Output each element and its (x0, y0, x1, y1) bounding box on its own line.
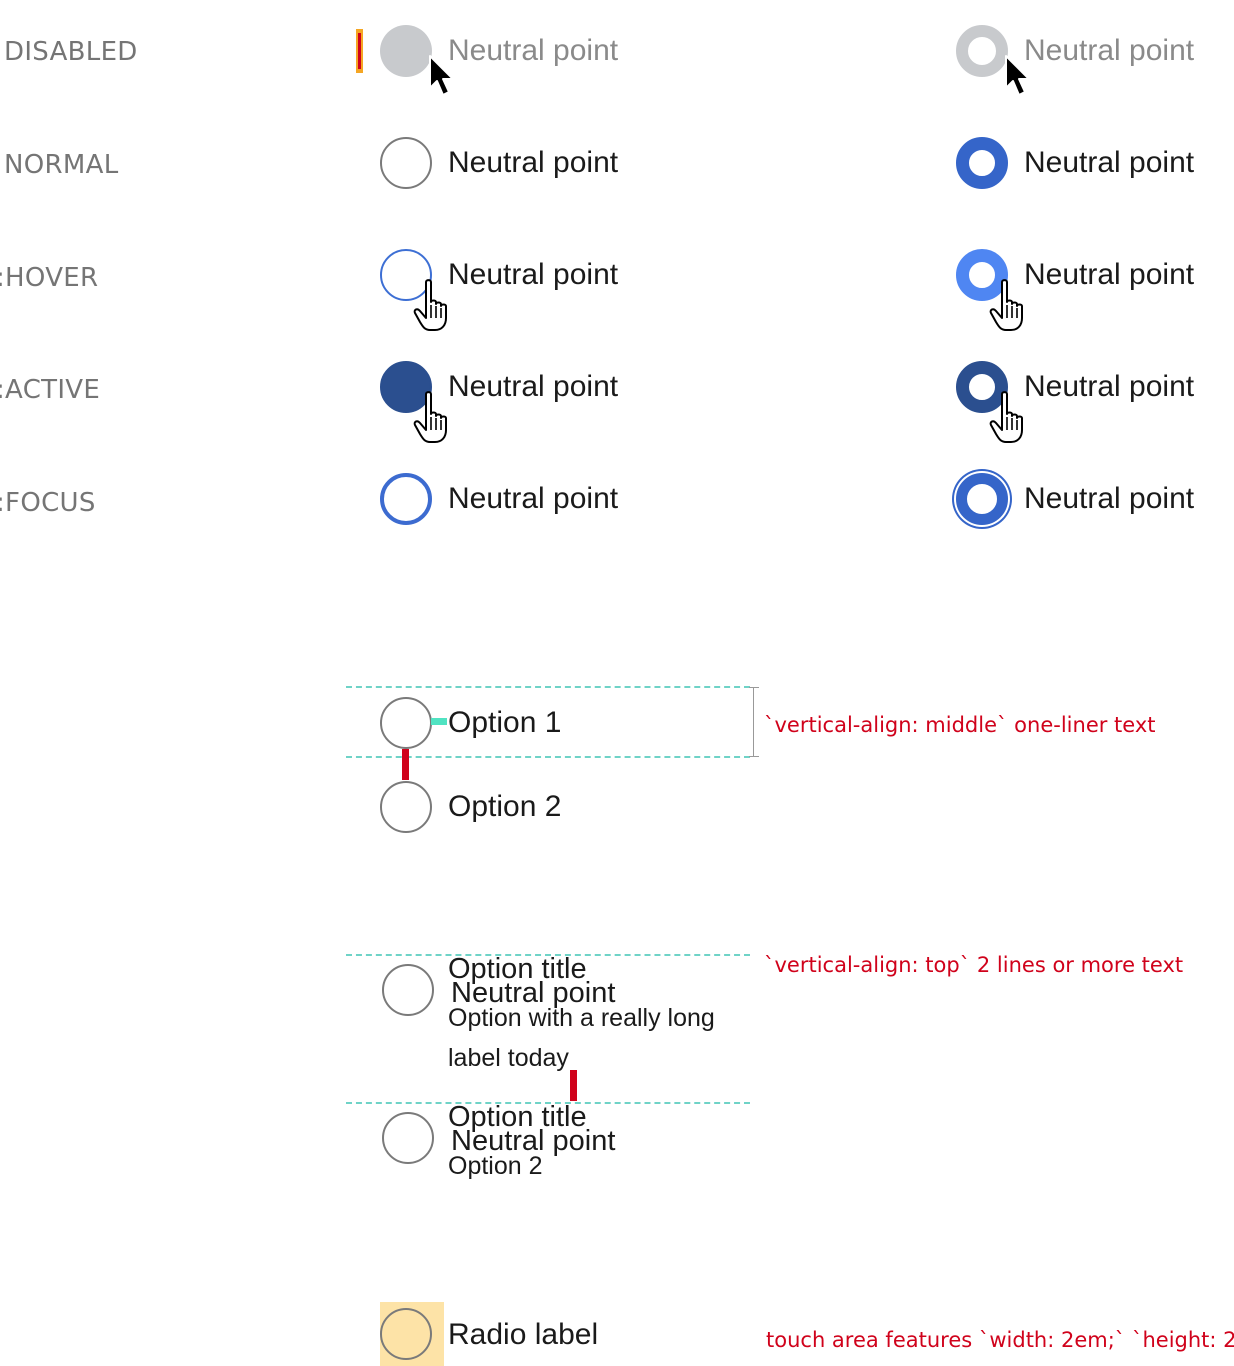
state-label-active: :ACTIVE (0, 375, 101, 405)
touch-radio-label: Radio label (448, 1318, 599, 1351)
radio-label: Neutral point (448, 34, 619, 67)
hand-pointer-cursor-icon (989, 279, 1023, 331)
radio-focus-unchecked[interactable] (380, 473, 432, 525)
radio-touch-demo[interactable] (380, 1308, 432, 1360)
radio-label: Neutral point (448, 146, 619, 179)
long-label-line-1: Option with a really long (448, 1004, 715, 1032)
bracket-bottom (749, 756, 759, 757)
radio-label: Neutral point (448, 482, 619, 515)
annotation-touch: touch area features `width: 2em;` `heigh… (766, 1328, 1234, 1352)
radio-label: Neutral point (1024, 482, 1195, 515)
spacing-marker (570, 1070, 577, 1101)
radio-option-1[interactable] (380, 697, 432, 749)
state-label-focus: :FOCUS (0, 488, 96, 518)
disabled-marker (356, 29, 363, 73)
long-label-line-2: label today (448, 1044, 569, 1072)
option-2-label: Option 2 (448, 790, 562, 823)
guide-line-top (346, 686, 750, 688)
radio-focus-checked[interactable] (956, 473, 1008, 525)
bracket-stem (753, 687, 754, 757)
hand-pointer-cursor-icon (413, 391, 447, 443)
state-label-disabled: DISABLED (4, 37, 138, 67)
radio-disabled-unchecked (380, 25, 432, 77)
radio-label: Neutral point (1024, 146, 1195, 179)
radio-label: Neutral point (1024, 370, 1195, 403)
radio-label: Neutral point (448, 370, 619, 403)
hand-pointer-cursor-icon (413, 279, 447, 331)
option-1-label: Option 1 (448, 706, 562, 739)
radio-normal-unchecked[interactable] (380, 137, 432, 189)
hand-pointer-cursor-icon (989, 391, 1023, 443)
radio-label: Neutral point (1024, 34, 1195, 67)
arrow-cursor-icon (1005, 55, 1030, 96)
annotation-top: `vertical-align: top` 2 lines or more te… (764, 953, 1184, 977)
radio-long-option[interactable] (382, 964, 434, 1016)
gap-marker (431, 718, 447, 725)
radio-disabled-checked (956, 25, 1008, 77)
bracket-top (749, 687, 759, 688)
radio-normal-checked[interactable] (956, 137, 1008, 189)
spacing-marker (402, 749, 409, 780)
radio-option-2[interactable] (380, 781, 432, 833)
arrow-cursor-icon (429, 55, 454, 96)
radio-option-2-multiline[interactable] (382, 1112, 434, 1164)
state-label-hover: :HOVER (0, 263, 99, 293)
option-2-label: Option 2 (448, 1152, 543, 1180)
radio-label: Neutral point (448, 258, 619, 291)
radio-label: Neutral point (1024, 258, 1195, 291)
annotation-middle: `vertical-align: middle` one-liner text (764, 713, 1156, 737)
state-label-normal: NORMAL (4, 150, 119, 180)
